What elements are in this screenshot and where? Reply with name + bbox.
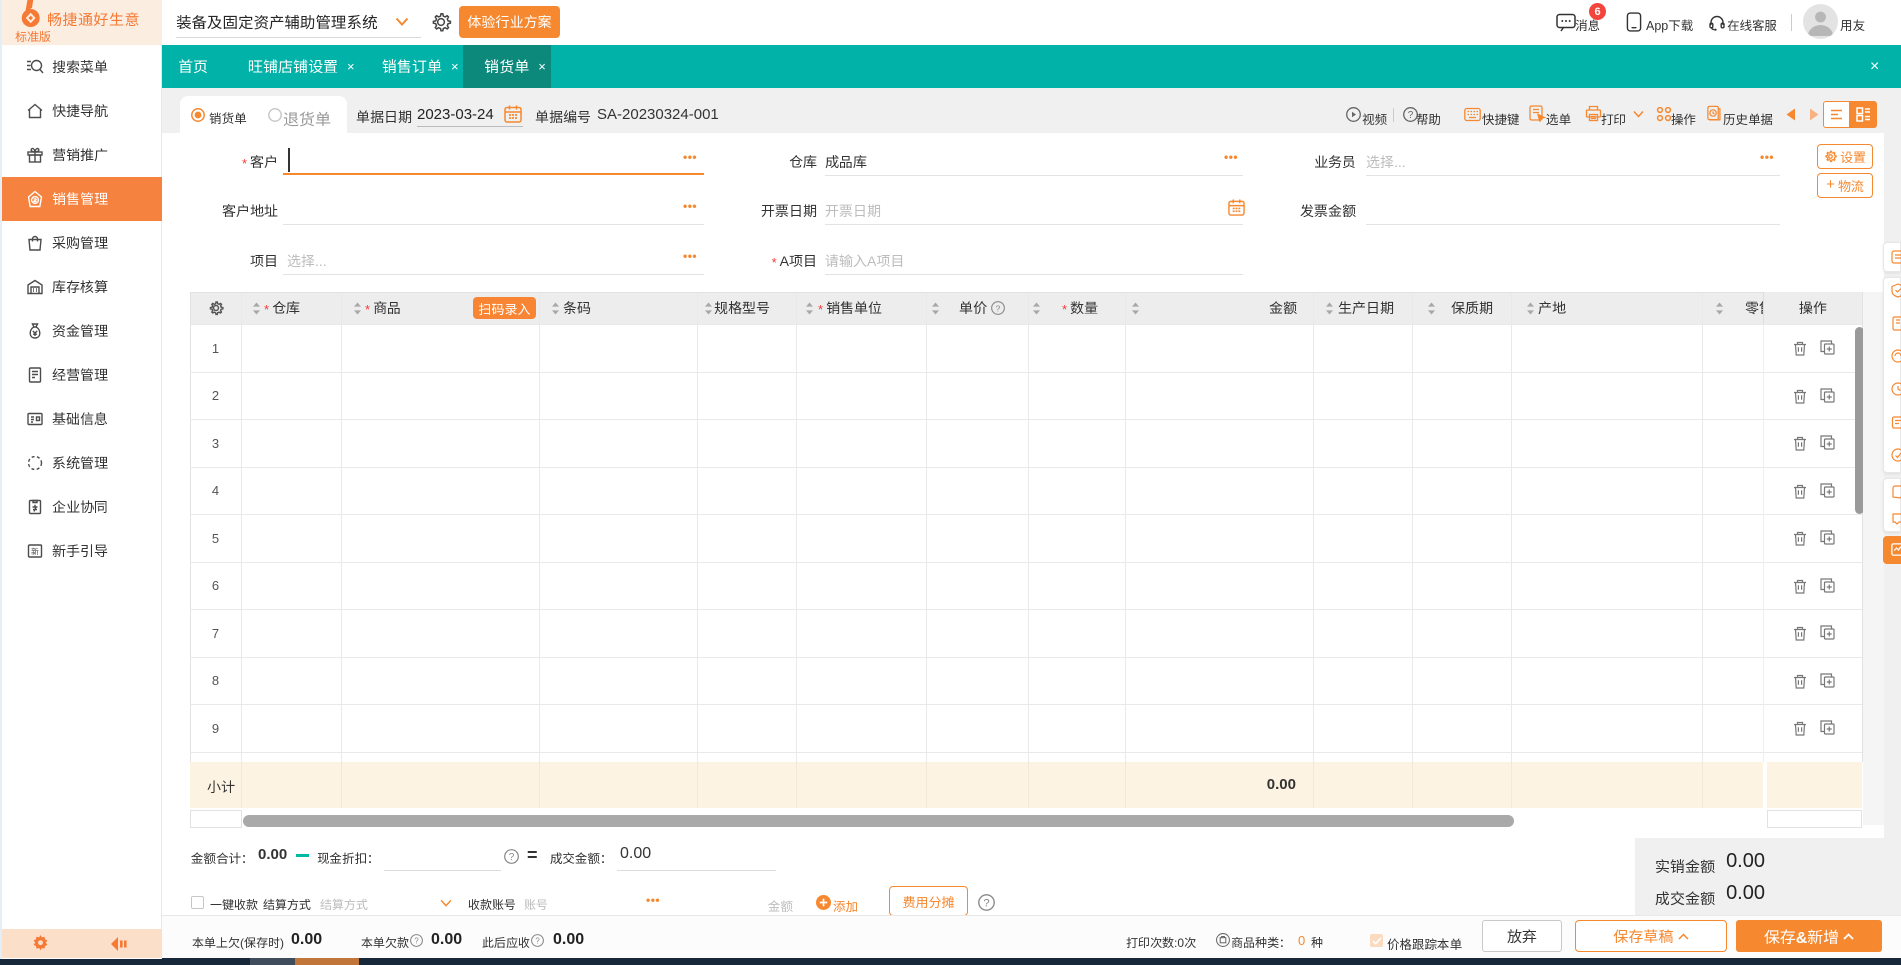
svg-text:?: ? [1408,110,1414,121]
svg-text:新: 新 [31,547,39,558]
svg-text:?: ? [509,852,515,863]
svg-text:?: ? [996,303,1001,313]
svg-text:?: ? [414,937,419,946]
svg-text:?: ? [535,937,540,946]
svg-text:?: ? [983,897,989,909]
